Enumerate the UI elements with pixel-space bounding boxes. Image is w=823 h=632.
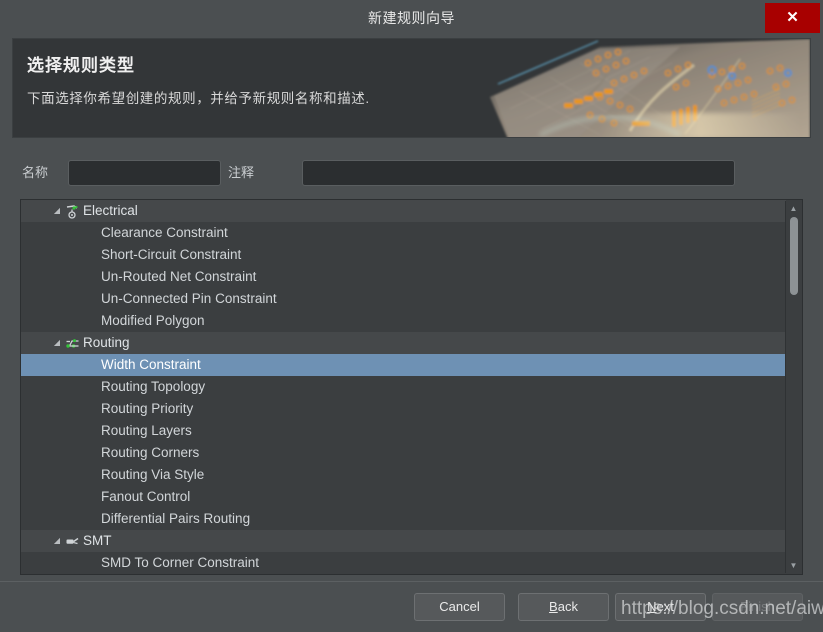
- next-button-mnemonic: N: [647, 599, 657, 614]
- tree-item-smd-to-corner-constraint[interactable]: SMD To Corner Constraint: [21, 552, 786, 574]
- rule-meta-form: 名称 注释: [0, 160, 823, 190]
- tree-group-label: Electrical: [83, 203, 138, 218]
- routing-icon: [65, 336, 80, 351]
- name-input[interactable]: [68, 160, 221, 186]
- pcb-artwork-image: [480, 39, 810, 137]
- back-button-label: ack: [557, 599, 578, 614]
- tree-item-un-connected-pin-constraint[interactable]: Un-Connected Pin Constraint: [21, 288, 786, 310]
- scroll-up-icon[interactable]: ▲: [786, 201, 801, 216]
- comment-input[interactable]: [302, 160, 735, 186]
- cancel-button[interactable]: Cancel: [414, 593, 505, 621]
- name-label: 名称: [22, 165, 49, 180]
- tree-item-differential-pairs-routing[interactable]: Differential Pairs Routing: [21, 508, 786, 530]
- next-button-label: ext: [656, 599, 674, 614]
- scroll-down-icon[interactable]: ▼: [786, 558, 801, 573]
- title-bar: 新建规则向导 ✕: [0, 0, 823, 36]
- tree-group-electrical[interactable]: ◢ Electrical: [21, 200, 786, 222]
- tree-group-smt[interactable]: ◢ SMT: [21, 530, 786, 552]
- chevron-down-icon[interactable]: ◢: [52, 530, 62, 552]
- tree-item-fanout-control[interactable]: Fanout Control: [21, 486, 786, 508]
- chevron-down-icon[interactable]: ◢: [52, 200, 62, 222]
- tree-item-routing-via-style[interactable]: Routing Via Style: [21, 464, 786, 486]
- chevron-down-icon[interactable]: ◢: [52, 332, 62, 354]
- next-button[interactable]: Next: [615, 593, 706, 621]
- tree-item-short-circuit-constraint[interactable]: Short-Circuit Constraint: [21, 244, 786, 266]
- page-title: 选择规则类型: [27, 56, 135, 75]
- smt-icon: [65, 534, 80, 549]
- tree-item-routing-layers[interactable]: Routing Layers: [21, 420, 786, 442]
- tree-item-modified-polygon[interactable]: Modified Polygon: [21, 310, 786, 332]
- banner-text-block: 选择规则类型 下面选择你希望创建的规则，并给予新规则名称和描述.: [27, 51, 370, 107]
- electrical-icon: [65, 204, 80, 219]
- wizard-banner: 选择规则类型 下面选择你希望创建的规则，并给予新规则名称和描述.: [12, 38, 811, 138]
- tree-group-label: Routing: [83, 335, 130, 350]
- tree-item-routing-corners[interactable]: Routing Corners: [21, 442, 786, 464]
- dialog-footer: Cancel Back Next Finish: [0, 581, 823, 632]
- scrollbar-thumb[interactable]: [790, 217, 798, 295]
- tree-group-label: SMT: [83, 533, 112, 548]
- comment-label: 注释: [228, 165, 255, 180]
- window-title: 新建规则向导: [368, 10, 455, 26]
- tree-vertical-scrollbar[interactable]: ▲ ▼: [785, 201, 801, 573]
- new-rule-wizard-dialog: 新建规则向导 ✕ 选择规则类型 下面选择你希望创建的规则，并给予新规则名称和描述…: [0, 0, 823, 632]
- finish-button: Finish: [712, 593, 803, 621]
- rule-type-tree[interactable]: ◢ Electrical Clearance Constraint Short-…: [20, 199, 803, 575]
- tree-scroll-area: ◢ Electrical Clearance Constraint Short-…: [21, 200, 786, 574]
- back-button[interactable]: Back: [518, 593, 609, 621]
- tree-item-un-routed-net-constraint[interactable]: Un-Routed Net Constraint: [21, 266, 786, 288]
- tree-item-width-constraint[interactable]: Width Constraint: [21, 354, 786, 376]
- page-subtitle: 下面选择你希望创建的规则，并给予新规则名称和描述.: [27, 91, 370, 106]
- tree-item-routing-priority[interactable]: Routing Priority: [21, 398, 786, 420]
- tree-group-routing[interactable]: ◢ Routing: [21, 332, 786, 354]
- back-button-mnemonic: B: [549, 599, 558, 614]
- close-icon[interactable]: ✕: [765, 3, 820, 33]
- tree-item-routing-topology[interactable]: Routing Topology: [21, 376, 786, 398]
- tree-item-clearance-constraint[interactable]: Clearance Constraint: [21, 222, 786, 244]
